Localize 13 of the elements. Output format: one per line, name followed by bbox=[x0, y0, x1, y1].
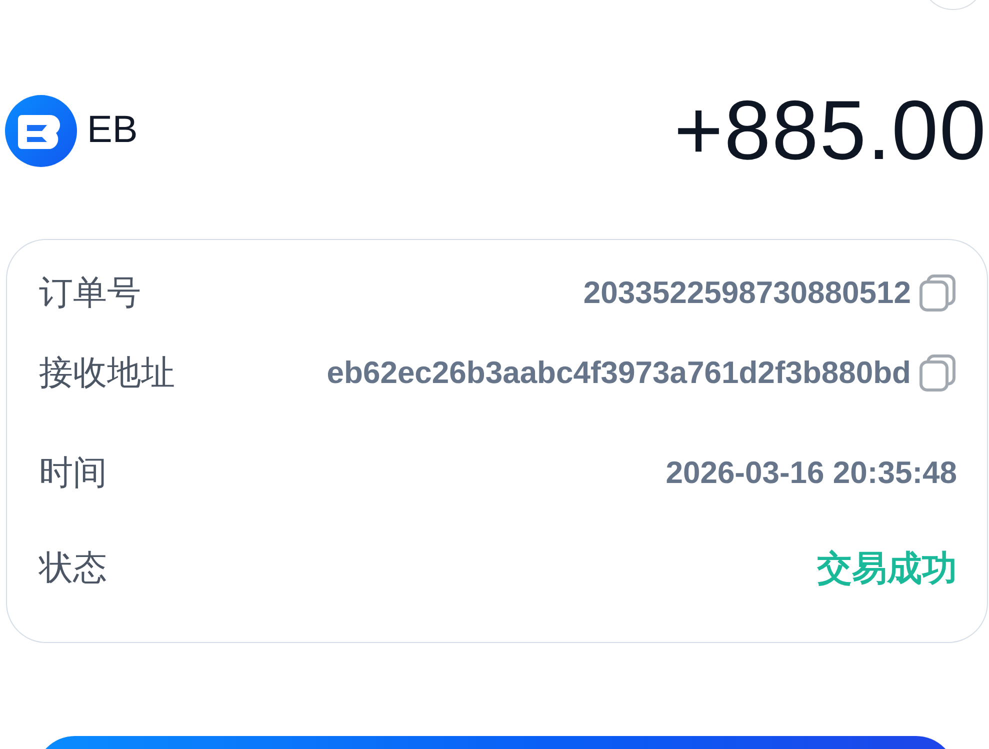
copy-icon[interactable] bbox=[919, 273, 957, 313]
token-symbol: EB bbox=[87, 109, 138, 152]
detail-value: 2033522598730880512 bbox=[583, 275, 911, 311]
detail-label: 状态 bbox=[39, 548, 107, 589]
coin-logo-icon bbox=[5, 94, 77, 166]
status-text: 交易成功 bbox=[817, 548, 957, 590]
detail-label: 时间 bbox=[39, 453, 107, 494]
detail-label: 订单号 bbox=[39, 273, 141, 314]
detail-value: eb62ec26b3aabc4f3973a761d2f3b880bd bbox=[326, 355, 911, 391]
detail-value: 2026-03-16 20:35:48 bbox=[666, 455, 957, 491]
detail-label: 接收地址 bbox=[39, 353, 175, 394]
copy-icon[interactable] bbox=[919, 353, 957, 393]
amount: +885.00 bbox=[674, 82, 987, 179]
